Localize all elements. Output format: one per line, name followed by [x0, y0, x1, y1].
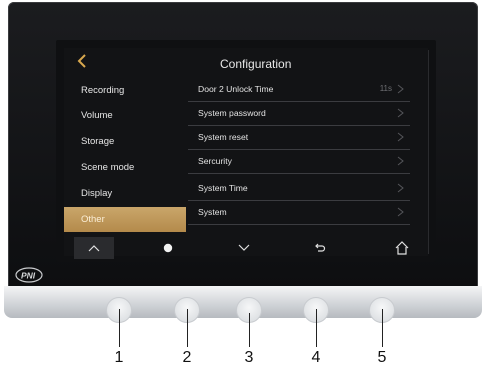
button-number-label: 2 [182, 349, 192, 366]
callout-line [187, 309, 188, 347]
menu-item-volume[interactable]: Volume [64, 103, 186, 128]
menu-item-label: Other [81, 214, 105, 225]
svg-text:PNI: PNI [21, 271, 36, 281]
home-button[interactable] [382, 237, 422, 259]
list-item-system-reset[interactable]: System reset [188, 126, 410, 150]
list-item-label: System Time [198, 183, 248, 193]
callout-line [316, 309, 317, 347]
list-item-label: System password [198, 108, 266, 118]
chevron-up-icon [88, 245, 100, 252]
menu-item-label: Display [81, 188, 113, 199]
button-number-label: 1 [114, 349, 124, 366]
chevron-left-icon [77, 54, 86, 68]
menu-item-display[interactable]: Display [64, 181, 186, 206]
list-item-label: Door 2 Unlock Time [198, 84, 274, 94]
return-icon [315, 243, 326, 252]
brand-logo: PNI [14, 266, 44, 284]
callout-line [119, 309, 120, 347]
scroll-down-button[interactable] [224, 237, 264, 259]
chevron-right-icon [397, 156, 404, 166]
chevron-right-icon [397, 132, 404, 142]
menu-item-label: Recording [81, 85, 125, 96]
menu-item-scene-mode[interactable]: Scene mode [64, 155, 186, 180]
home-dot-button[interactable] [148, 237, 188, 259]
menu-item-label: Volume [81, 110, 113, 121]
page-title: Configuration [220, 57, 292, 71]
list-item-system-time[interactable]: System Time [188, 177, 410, 201]
menu-item-other[interactable]: Other [64, 207, 186, 232]
list-item-value: 11s [379, 84, 392, 93]
callout-line [249, 313, 250, 347]
chevron-right-icon [397, 207, 404, 217]
list-item-label: System reset [198, 132, 249, 142]
list-item-door-unlock-time[interactable]: Door 2 Unlock Time 11s [188, 78, 410, 102]
chevron-right-icon [397, 108, 404, 118]
list-item-label: Sercurity [198, 156, 232, 166]
button-number-label: 4 [311, 349, 321, 366]
back-button[interactable] [74, 52, 90, 72]
list-item-security[interactable]: Sercurity [188, 150, 410, 174]
bottom-navbar [64, 237, 428, 259]
home-icon [395, 241, 409, 255]
pni-logo-icon: PNI [15, 267, 43, 283]
return-button[interactable] [300, 237, 340, 259]
list-item-label: System [198, 207, 227, 217]
list-item-system[interactable]: System [188, 201, 410, 225]
menu-item-label: Storage [81, 136, 115, 147]
scroll-up-button[interactable] [74, 237, 114, 259]
header: Configuration [64, 52, 428, 74]
list-item-system-password[interactable]: System password [188, 102, 410, 126]
chevron-down-icon [238, 244, 250, 251]
menu-item-recording[interactable]: Recording [64, 78, 186, 103]
chevron-right-icon [397, 183, 404, 193]
chevron-right-icon [397, 84, 404, 94]
button-number-label: 5 [377, 349, 387, 366]
callout-line [382, 309, 383, 347]
button-number-label: 3 [244, 349, 254, 366]
screen-divider [428, 50, 429, 254]
menu-item-label: Scene mode [81, 162, 135, 173]
menu-item-storage[interactable]: Storage [64, 129, 186, 154]
dot-icon [163, 243, 173, 253]
